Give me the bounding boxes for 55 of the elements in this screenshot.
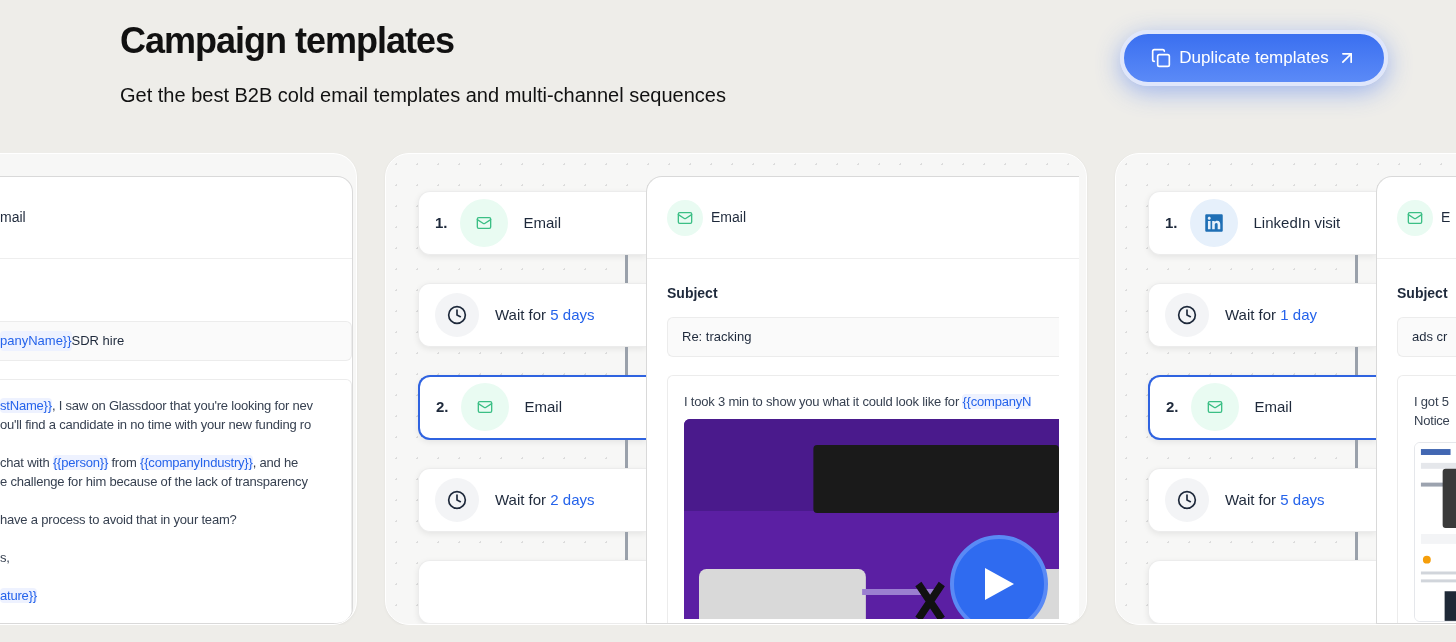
copy-icon <box>1151 48 1172 68</box>
subject-field[interactable]: panyName}}SDR hire <box>0 321 352 361</box>
email-body[interactable]: I got 5 Notice <box>1397 375 1456 623</box>
body-line: s, <box>0 549 11 567</box>
mail-icon <box>1206 399 1223 416</box>
wait-step[interactable]: Wait for 2 days <box>418 467 646 532</box>
step-number: 1. <box>1165 212 1178 233</box>
mail-icon <box>475 214 492 231</box>
subject-label: Subject <box>667 284 719 303</box>
wait-label: Wait for 2 days <box>495 489 595 510</box>
page-title: Campaign templates <box>120 19 456 63</box>
clock-icon <box>447 489 467 510</box>
step-label: Email <box>524 397 563 418</box>
duplicate-templates-button[interactable]: Duplicate templates <box>1120 30 1388 86</box>
step-label: Email <box>523 212 562 233</box>
body-line: chat with {{person}} from {{companyIndustry}}, and he <box>0 454 300 472</box>
email-body[interactable]: I took 3 min to show you what it could look like for {{companyN <box>667 375 1059 623</box>
mail-icon <box>1407 209 1423 226</box>
subject-field[interactable]: ads cr <box>1397 317 1456 357</box>
body-line: ature}} <box>0 587 38 605</box>
linkedin-icon <box>1203 212 1224 233</box>
step-number: 2. <box>436 397 449 418</box>
wait-step[interactable]: Wait for 5 days <box>418 283 646 348</box>
wait-step[interactable]: Wait for 5 days <box>1148 467 1376 532</box>
sequence-step[interactable]: 1. LinkedIn visit <box>1148 191 1376 255</box>
wait-label: Wait for 5 days <box>495 304 595 325</box>
sequence-step[interactable]: 2. Email <box>1148 375 1376 440</box>
body-line: I took 3 min to show you what it could look like for {{companyN <box>684 393 1033 411</box>
wait-step[interactable]: Wait for 1 day <box>1148 283 1376 348</box>
channel-label: Email <box>711 208 746 227</box>
clock-icon <box>447 305 467 326</box>
page-subtitle: Get the best B2B cold email templates and multi-channel sequences <box>120 83 726 108</box>
play-icon <box>983 567 1015 601</box>
channel-label: E <box>1441 208 1451 227</box>
step-number: 2. <box>1166 397 1179 418</box>
wait-label: Wait for 5 days <box>1225 489 1325 510</box>
step-number: 1. <box>435 212 448 233</box>
step-label: LinkedIn visit <box>1253 212 1341 233</box>
mail-icon <box>476 399 493 416</box>
body-line: have a process to avoid that in your team? <box>0 511 238 529</box>
clock-icon <box>1177 305 1197 326</box>
clock-icon <box>1177 489 1197 510</box>
subject-label: Subject <box>1397 284 1449 303</box>
channel-label: mail <box>0 208 26 227</box>
body-line: e challenge for him because of the lack of transparency <box>0 473 309 491</box>
step-label: Email <box>1254 397 1293 418</box>
sequence-step[interactable]: 1. Email <box>418 191 646 255</box>
sequence-step[interactable]: 2. Email <box>418 375 646 440</box>
body-line: I got 5 <box>1414 393 1450 411</box>
wait-label: Wait for 1 day <box>1225 304 1317 325</box>
body-line: Notice <box>1414 412 1451 430</box>
mail-icon <box>677 209 693 226</box>
body-line: stName}}, I saw on Glassdoor that you're looking for nev <box>0 397 314 415</box>
subject-field[interactable]: Re: tracking <box>667 317 1059 357</box>
body-line: ou'll find a candidate in no time with your new funding ro <box>0 416 313 434</box>
